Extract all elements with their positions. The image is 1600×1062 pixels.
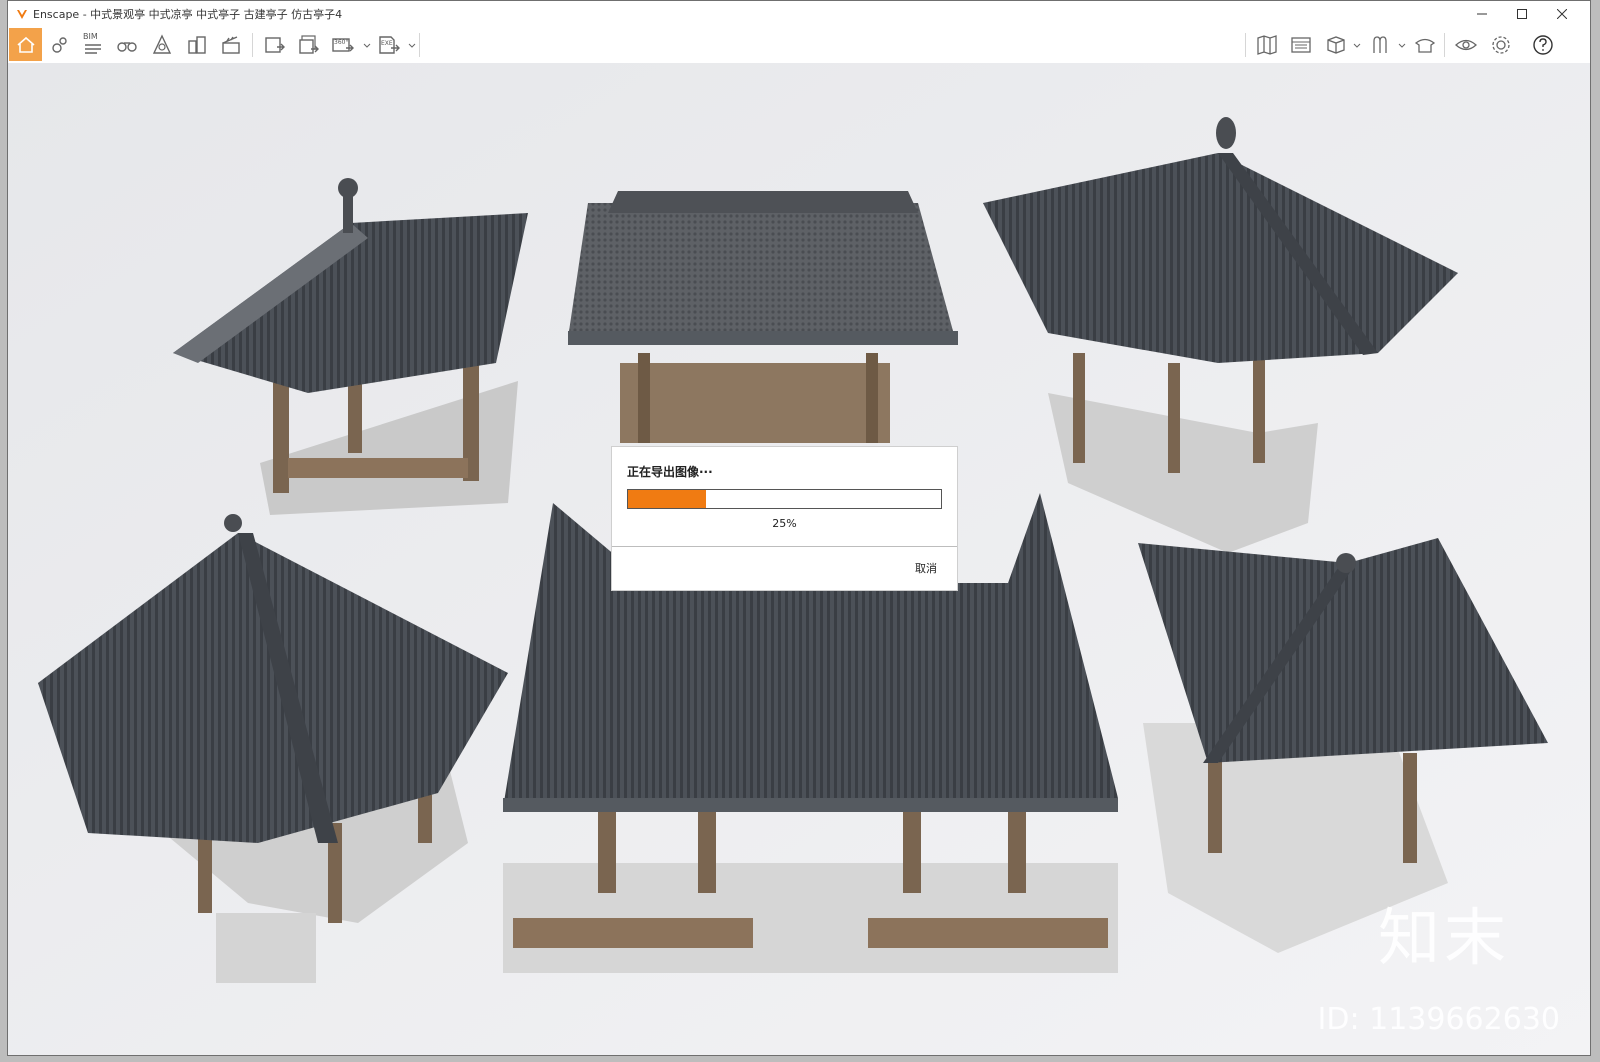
cube-button[interactable] — [1321, 30, 1351, 60]
export-progress-bar — [627, 489, 942, 509]
batch-export-icon — [299, 35, 319, 54]
cancel-button[interactable]: 取消 — [915, 560, 937, 576]
close-button[interactable] — [1542, 1, 1582, 27]
assets-button[interactable] — [1365, 30, 1395, 60]
panorama-export-button[interactable]: 360° — [328, 30, 358, 60]
location-icon — [52, 37, 67, 53]
watermark-brand: 知末 — [1377, 901, 1510, 974]
chevron-down-icon[interactable] — [363, 42, 371, 50]
maximize-button[interactable] — [1502, 1, 1542, 27]
map-button[interactable] — [1252, 30, 1282, 60]
visual-settings-button[interactable] — [1451, 30, 1481, 60]
bim-button[interactable]: BIM — [78, 30, 108, 60]
exe-export-button[interactable]: EXE — [374, 30, 404, 60]
clapper-icon — [222, 36, 240, 54]
cube-icon — [1327, 36, 1345, 54]
dialog-divider — [612, 546, 957, 547]
progress-percentage: 25% — [772, 517, 797, 530]
render-viewport[interactable]: 知末 ID: 1139662630 正在导出图像··· 25% 取消 — [8, 63, 1590, 1055]
progress-fill — [628, 490, 707, 508]
minimize-button[interactable] — [1462, 1, 1502, 27]
screenshot-export-icon — [265, 37, 285, 53]
export-progress-dialog: 正在导出图像··· 25% 取消 — [612, 447, 957, 590]
binoculars-icon — [117, 42, 137, 52]
map-icon — [1257, 35, 1277, 55]
assets-icon — [1373, 36, 1387, 53]
help-button[interactable] — [1528, 30, 1558, 60]
home-icon — [16, 36, 35, 53]
screenshot-export-button[interactable] — [260, 30, 290, 60]
binoculars-button[interactable] — [112, 30, 142, 60]
window-title: Enscape - 中式景观亭 中式凉亭 中式亭子 古建亭子 仿古亭子4 — [33, 8, 343, 21]
buildings-icon — [188, 36, 206, 54]
pano-label: 360° — [334, 39, 349, 46]
dialog-title: 正在导出图像··· — [627, 465, 713, 479]
enscape-window: Enscape - 中式景观亭 中式凉亭 中式亭子 古建亭子 仿古亭子4 BIM — [7, 0, 1591, 1056]
title-bar: Enscape - 中式景观亭 中式凉亭 中式亭子 古建亭子 仿古亭子4 — [8, 1, 1590, 27]
collaboration-button[interactable] — [1410, 30, 1440, 60]
perspective-button[interactable] — [147, 30, 177, 60]
toolbar: BIM 360° EXE — [8, 27, 1590, 85]
window-icon — [1291, 37, 1311, 53]
maximize-icon — [1517, 9, 1527, 19]
buildings-button[interactable] — [182, 30, 212, 60]
watermark-id: ID: 1139662630 — [1317, 1002, 1560, 1037]
close-icon — [1557, 9, 1567, 19]
window-button[interactable] — [1286, 30, 1316, 60]
help-icon — [1533, 35, 1553, 55]
exe-label: EXE — [381, 40, 393, 47]
chevron-down-icon[interactable] — [1353, 42, 1361, 50]
bim-label: BIM — [83, 32, 98, 41]
enscape-logo-icon — [17, 10, 27, 19]
eye-icon — [1455, 39, 1477, 51]
settings-icon — [1492, 36, 1510, 54]
perspective-icon — [152, 34, 172, 54]
home-button[interactable] — [9, 28, 42, 61]
hat-icon — [1414, 38, 1436, 53]
location-button[interactable] — [44, 30, 74, 60]
settings-button[interactable] — [1486, 30, 1516, 60]
chevron-down-icon[interactable] — [408, 42, 416, 50]
video-editor-button[interactable] — [216, 30, 246, 60]
chevron-down-icon[interactable] — [1398, 42, 1406, 50]
batch-export-button[interactable] — [294, 30, 324, 60]
minimize-icon — [1477, 13, 1487, 15]
